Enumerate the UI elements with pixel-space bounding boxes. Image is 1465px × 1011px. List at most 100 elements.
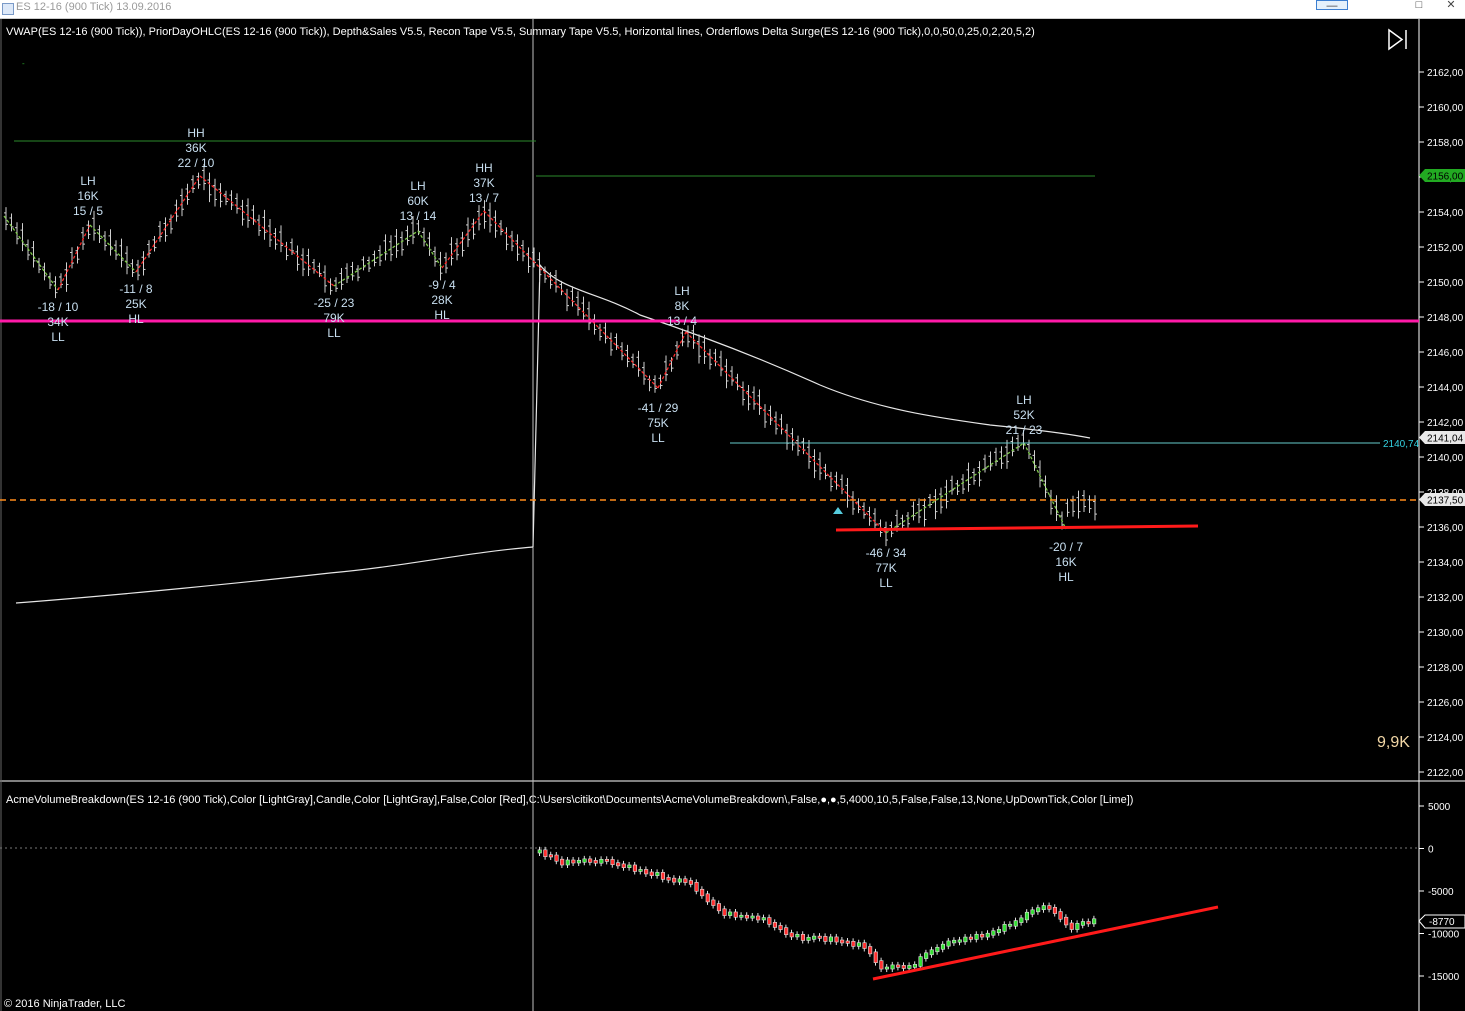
- delta-candle: [560, 858, 565, 866]
- swing-label-line: 79K: [323, 311, 344, 325]
- delta-tick-label: -15000: [1428, 972, 1460, 983]
- delta-candle: [1075, 923, 1080, 930]
- delta-candle: [756, 915, 761, 921]
- delta-candle: [588, 858, 593, 863]
- delta-candle: [800, 933, 806, 941]
- swing-label-line: HL: [128, 312, 144, 326]
- delta-candle: [627, 864, 632, 868]
- delta-candle: [1019, 917, 1024, 923]
- swing-label-line: 28K: [431, 293, 452, 307]
- swing-label-line: -18 / 10: [38, 300, 79, 314]
- delta-candle: [683, 878, 688, 883]
- swing-label-line: 8K: [675, 299, 690, 313]
- price-tick-label: 2160,00: [1427, 103, 1464, 114]
- swing-label-line: LH: [1016, 393, 1031, 407]
- delta-candle: [593, 860, 598, 864]
- delta-candle: [935, 946, 940, 953]
- delta-candle: [924, 952, 929, 959]
- swing-label-line: HH: [475, 161, 492, 175]
- delta-candle: [812, 935, 817, 940]
- delta-candle: [1008, 923, 1013, 927]
- delta-candle: [554, 854, 559, 862]
- swing-label-line: -46 / 34: [866, 546, 907, 560]
- price-tick-label: 2124,00: [1427, 733, 1464, 744]
- delta-candles[interactable]: [537, 846, 1097, 973]
- swing-label-line: 60K: [407, 194, 428, 208]
- delta-candle: [784, 927, 789, 936]
- swing-label-line: 21 / 23: [1006, 423, 1043, 437]
- delta-candle: [1086, 921, 1091, 925]
- delta-candle: [610, 859, 615, 865]
- delta-candle: [963, 936, 968, 943]
- price-tick-label: 2140,00: [1427, 453, 1464, 464]
- price-panel[interactable]: [0, 19, 1419, 780]
- price-tick-label: 2158,00: [1427, 138, 1464, 149]
- delta-tick-label: -5000: [1428, 887, 1454, 898]
- delta-candle: [582, 858, 587, 863]
- price-tick-label: 2136,00: [1427, 523, 1464, 534]
- swing-label-line: 25K: [125, 297, 146, 311]
- delta-candle: [1058, 911, 1063, 920]
- delta-candle: [940, 943, 946, 950]
- delta-candle: [817, 935, 822, 939]
- small-mark: -: [22, 59, 25, 68]
- delta-candle: [565, 859, 570, 866]
- delta-candle: [1024, 911, 1029, 921]
- delta-candle: [733, 911, 738, 918]
- price-tick-label: 2154,00: [1427, 208, 1464, 219]
- delta-candle: [1002, 924, 1007, 932]
- swing-label-line: 13 / 7: [469, 191, 499, 205]
- delta-candle: [1030, 909, 1035, 915]
- delta-candle: [946, 940, 951, 947]
- swing-label-line: 15 / 5: [73, 204, 103, 218]
- delta-candle: [694, 882, 699, 892]
- delta-candle: [862, 942, 867, 949]
- delta-candle: [974, 933, 979, 940]
- delta-candle: [879, 960, 884, 970]
- delta-tick-label: 5000: [1428, 802, 1451, 813]
- delta-candle: [834, 936, 839, 943]
- delta-candle: [856, 942, 862, 947]
- swing-label-line: 37K: [473, 176, 494, 190]
- chart-canvas[interactable]: VWAP(ES 12-16 (900 Tick)), PriorDayOHLC(…: [0, 0, 1465, 1011]
- price-tick-label: 2122,00: [1427, 768, 1464, 779]
- swing-label-line: 75K: [647, 416, 668, 430]
- swing-label-line: 22 / 10: [178, 156, 215, 170]
- price-tick-label: 2144,00: [1427, 383, 1464, 394]
- delta-candle: [795, 933, 800, 938]
- swing-label-line: 13 / 14: [400, 209, 437, 223]
- delta-axis[interactable]: 5000 0 -5000 -10000 -15000: [1419, 802, 1460, 983]
- svg-text:2141,04: 2141,04: [1427, 434, 1464, 445]
- swing-label-line: -20 / 7: [1049, 540, 1083, 554]
- delta-candle: [901, 965, 906, 969]
- delta-candle: [985, 932, 990, 938]
- delta-candle: [778, 925, 783, 930]
- delta-candle: [980, 933, 985, 938]
- swing-label-line: 36K: [185, 141, 206, 155]
- delta-candle: [996, 929, 1002, 934]
- delta-candle: [890, 964, 895, 970]
- delta-candle: [845, 940, 850, 944]
- swing-label-line: -41 / 29: [638, 401, 679, 415]
- delta-candle: [700, 888, 705, 897]
- delta-candle: [767, 917, 772, 925]
- delta-candle: [868, 946, 873, 955]
- delta-candle: [632, 864, 638, 872]
- price-marker-last: 2141,04: [1419, 431, 1465, 445]
- delta-candle: [621, 863, 626, 868]
- delta-trend-line[interactable]: [872, 905, 1219, 981]
- delta-candle: [655, 872, 660, 876]
- delta-candle: [677, 878, 682, 883]
- delta-candle: [616, 862, 621, 867]
- delta-candle: [1069, 922, 1074, 930]
- svg-text:2156,00: 2156,00: [1427, 172, 1464, 183]
- delta-candle: [918, 956, 923, 967]
- delta-candle: [772, 922, 778, 928]
- swing-label-line: LH: [80, 174, 95, 188]
- swing-label-line: -25 / 23: [314, 296, 355, 310]
- delta-tick-label: -10000: [1428, 930, 1460, 941]
- delta-candle: [711, 899, 716, 906]
- price-tick-label: 2132,00: [1427, 593, 1464, 604]
- delta-candle: [761, 917, 766, 921]
- swing-label-line: HH: [187, 126, 204, 140]
